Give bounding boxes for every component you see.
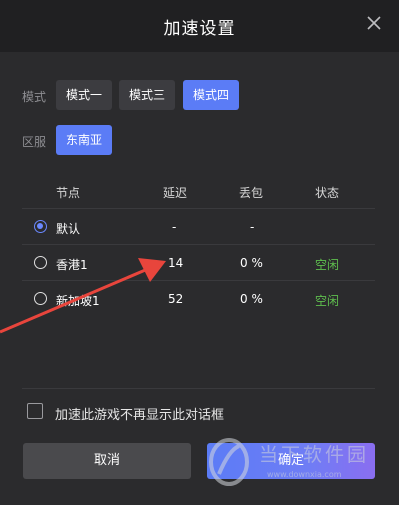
loss-value: 0 % [240, 256, 263, 270]
row-divider [22, 244, 375, 245]
mode-option-3[interactable]: 模式三 [119, 80, 176, 110]
confirm-button[interactable]: 确定 [207, 443, 375, 479]
status-value: 空闲 [315, 258, 340, 272]
header-node: 节点 [56, 186, 81, 200]
status-value: 空闲 [315, 294, 340, 308]
mode-option-4[interactable]: 模式四 [183, 80, 240, 110]
mode-option-1[interactable]: 模式一 [56, 80, 113, 110]
region-option-southeast-asia[interactable]: 东南亚 [56, 125, 113, 155]
mode-label: 模式 [22, 90, 47, 104]
loss-value: - [250, 220, 255, 234]
dialog-title: 加速设置 [163, 19, 236, 39]
cancel-button[interactable]: 取消 [23, 443, 191, 479]
header-divider [22, 208, 375, 209]
header-latency: 延迟 [163, 186, 188, 200]
acceleration-settings-dialog: 加速设置 模式 模式一 模式三 模式四 区服 东南亚 节点 延迟 丢包 状态 默… [0, 0, 399, 505]
dont-show-again-checkbox[interactable] [27, 403, 43, 419]
latency-value: 14 [168, 256, 184, 270]
dont-show-again-label[interactable]: 加速此游戏不再显示此对话框 [55, 404, 224, 423]
latency-value: 52 [168, 292, 184, 306]
latency-value: - [172, 220, 177, 234]
node-radio-default[interactable] [34, 220, 47, 233]
loss-value: 0 % [240, 292, 263, 306]
footer-divider [22, 388, 375, 389]
close-icon[interactable] [365, 14, 383, 32]
header-loss: 丢包 [239, 186, 264, 200]
header-status: 状态 [315, 186, 340, 200]
region-label: 区服 [22, 135, 47, 149]
annotation-arrow-icon [0, 258, 166, 334]
node-name: 默认 [56, 222, 81, 236]
title-bar: 加速设置 [0, 0, 399, 52]
